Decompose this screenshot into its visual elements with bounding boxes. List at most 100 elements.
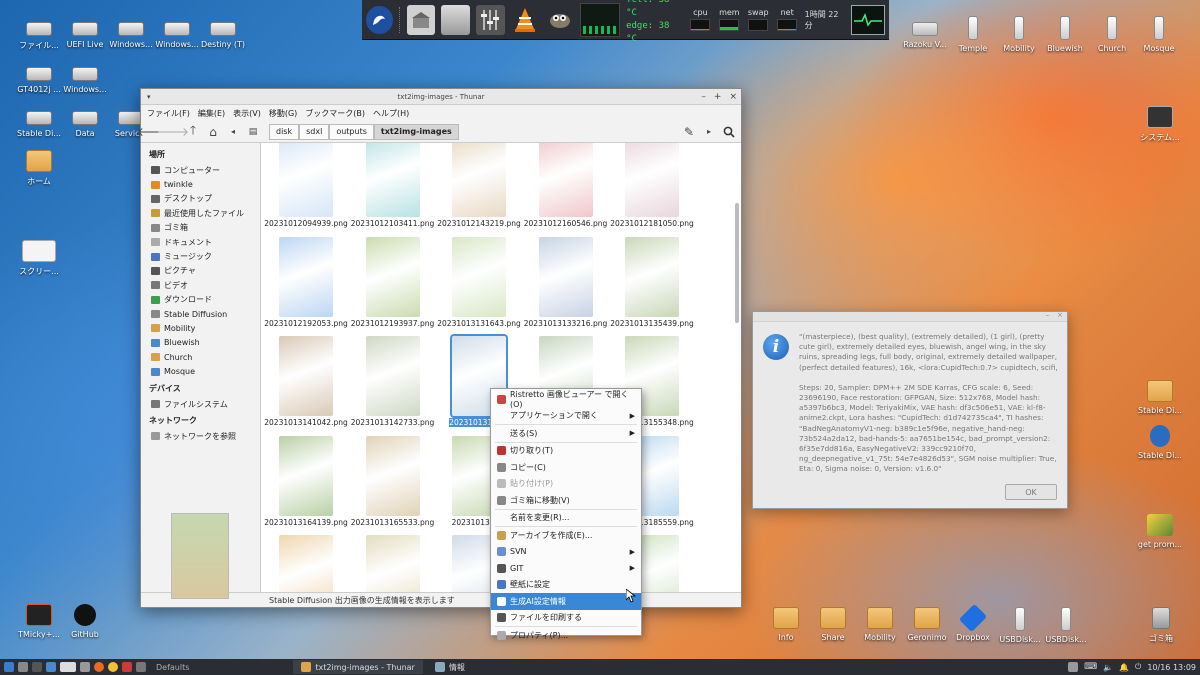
sidebar-item[interactable]: ゴミ箱 bbox=[149, 221, 260, 235]
context-menu-item[interactable]: コピー(C) bbox=[491, 459, 641, 476]
context-menu-item[interactable]: 切り取り(T) bbox=[491, 443, 641, 460]
file-thumbnail[interactable]: 20231012181050.png bbox=[609, 143, 695, 228]
sidebar-item[interactable]: ファイルシステム bbox=[149, 397, 260, 411]
desktop-icon-destiny[interactable]: Destiny (T) bbox=[196, 16, 250, 49]
mixer-icon[interactable] bbox=[475, 4, 505, 35]
sidebar-item[interactable]: ミュージック bbox=[149, 249, 260, 263]
edit-location-icon[interactable]: ✎ bbox=[681, 124, 697, 140]
desktop-icon-share[interactable]: Share bbox=[806, 607, 860, 642]
file-thumbnail[interactable]: 20231013142733.png bbox=[350, 336, 436, 427]
task-info[interactable]: 情報 bbox=[427, 660, 473, 674]
file-thumbnail[interactable]: 20231012193937.png bbox=[350, 236, 436, 328]
sidebar-item[interactable]: Stable Diffusion bbox=[149, 307, 260, 321]
desktop-icon-usbdisk-2[interactable]: USBDisk... bbox=[1039, 607, 1093, 644]
desktop-icon-home[interactable]: ホーム bbox=[12, 150, 66, 187]
desktop-icon-system[interactable]: システム... bbox=[1133, 106, 1187, 143]
launcher-label[interactable]: Defaults bbox=[156, 663, 189, 672]
show-desktop-icon[interactable] bbox=[18, 662, 28, 672]
file-thumbnail[interactable] bbox=[263, 535, 349, 592]
maximize-button[interactable]: + bbox=[714, 92, 722, 102]
home-icon[interactable]: ⌂ bbox=[205, 124, 221, 140]
desktop-icon-bluewish[interactable]: Bluewish bbox=[1038, 16, 1092, 53]
firefox-icon[interactable] bbox=[94, 662, 104, 672]
clock[interactable]: 10/16 13:09 bbox=[1147, 663, 1196, 672]
power-icon[interactable]: ⏻ bbox=[1135, 662, 1141, 672]
sidebar-item[interactable]: Mosque bbox=[149, 364, 260, 378]
desktop-icon-stable-di-1[interactable]: Stable Di... bbox=[1133, 380, 1187, 415]
context-menu-item[interactable]: 生成AI設定情報 bbox=[491, 593, 641, 610]
minimize-button[interactable]: – bbox=[701, 92, 706, 102]
dialog-titlebar[interactable]: – × bbox=[753, 311, 1067, 322]
clipboard-icon[interactable] bbox=[1068, 662, 1079, 672]
file-thumbnail[interactable]: 20231012103411.png bbox=[350, 143, 436, 228]
settings-icon[interactable] bbox=[136, 662, 146, 672]
context-menu-item[interactable]: SVN ▶ bbox=[491, 544, 641, 561]
desktop-icon-mobility-folder[interactable]: Mobility bbox=[853, 607, 907, 642]
file-thumbnail[interactable]: 20231013135439.png bbox=[609, 236, 695, 328]
drive-root-icon[interactable]: ▤ bbox=[245, 124, 261, 140]
file-cabinet-icon[interactable] bbox=[441, 4, 470, 35]
text-editor-icon[interactable] bbox=[80, 662, 90, 672]
up-arrow-icon[interactable]: 🡑 bbox=[185, 123, 201, 140]
desktop-icon-screenshot[interactable]: スクリー... bbox=[12, 240, 66, 277]
breadcrumb-disk[interactable]: disk bbox=[269, 123, 300, 140]
sidebar-item[interactable]: デスクトップ bbox=[149, 192, 260, 206]
context-menu-item[interactable]: 名前を変更(R)... bbox=[491, 510, 641, 527]
sidebar-item[interactable]: Mobility bbox=[149, 321, 260, 335]
context-menu-item[interactable]: アプリケーションで開く ▶ bbox=[491, 408, 641, 425]
menu-bookmarks[interactable]: ブックマーク(B) bbox=[305, 108, 365, 119]
forward-arrow-icon[interactable]: 🡒 bbox=[157, 124, 189, 140]
window-titlebar[interactable]: ▾ txt2img-images - Thunar – + × bbox=[141, 89, 741, 105]
menu-go[interactable]: 移動(G) bbox=[269, 108, 297, 119]
context-menu-item[interactable]: Ristretto 画像ビューアー で開く(O) bbox=[491, 390, 641, 409]
desktop-icon-github[interactable]: GitHub bbox=[58, 604, 112, 639]
close-button[interactable]: × bbox=[729, 92, 737, 102]
sidebar-item[interactable]: Church bbox=[149, 350, 260, 364]
file-thumbnail[interactable]: 20231013165533.png bbox=[350, 435, 436, 527]
scrollbar[interactable] bbox=[735, 203, 739, 323]
file-thumbnail[interactable]: 20231013133216.png bbox=[523, 236, 609, 328]
file-thumbnail[interactable]: 20231013141042.png bbox=[263, 336, 349, 427]
file-thumbnail[interactable]: 20231012160546.png bbox=[523, 143, 609, 228]
ok-button[interactable]: OK bbox=[1005, 484, 1057, 500]
desktop-icon-windows-3[interactable]: Windows... bbox=[58, 61, 112, 94]
sidebar-item[interactable]: twinkle bbox=[149, 177, 260, 191]
sidebar-item[interactable]: コンピューター bbox=[149, 163, 260, 177]
file-thumbnail[interactable]: 20231012094939.png bbox=[263, 143, 349, 228]
dialog-close-button[interactable]: × bbox=[1057, 311, 1063, 319]
system-monitor-icon[interactable] bbox=[850, 4, 885, 35]
file-thumbnail[interactable]: 20231012192053.png bbox=[263, 236, 349, 328]
breadcrumb-txt2img-images[interactable]: txt2img-images bbox=[373, 123, 459, 140]
search-icon[interactable] bbox=[721, 124, 737, 140]
desktop-icon-info[interactable]: Info bbox=[759, 607, 813, 642]
breadcrumb-right-icon[interactable]: ▸ bbox=[701, 124, 717, 140]
desktop-icon-razoku[interactable]: Razoku V... bbox=[898, 16, 952, 49]
sidebar-item[interactable]: 最近使用したファイル bbox=[149, 206, 260, 220]
bell-icon[interactable]: 🔔 bbox=[1119, 663, 1129, 672]
context-menu-item[interactable]: プロパティ(P)... bbox=[491, 627, 641, 644]
chrome-icon[interactable] bbox=[108, 662, 118, 672]
dialog-minimize-button[interactable]: – bbox=[1046, 311, 1050, 319]
xfce-menu-icon[interactable] bbox=[366, 5, 393, 34]
volume-icon[interactable]: 🔈 bbox=[1103, 663, 1113, 672]
file-manager-icon[interactable] bbox=[46, 662, 56, 672]
desktop-icon-get-prompt[interactable]: get prom... bbox=[1133, 514, 1187, 549]
menu-view[interactable]: 表示(V) bbox=[233, 108, 261, 119]
breadcrumb-sdxl[interactable]: sdxl bbox=[299, 123, 330, 140]
desktop-icon-stable-di-2[interactable]: Stable Di... bbox=[1133, 425, 1187, 460]
mail-icon[interactable] bbox=[122, 662, 132, 672]
sidebar-item[interactable]: ネットワークを参照 bbox=[149, 429, 260, 443]
desktop-icon-mosque[interactable]: Mosque bbox=[1132, 16, 1186, 53]
file-thumbnail[interactable]: 20231013131643.png bbox=[436, 236, 522, 328]
workspace-1-icon[interactable] bbox=[60, 662, 76, 672]
task-thunar[interactable]: txt2img-images - Thunar bbox=[293, 660, 423, 674]
sidebar-item[interactable]: ドキュメント bbox=[149, 235, 260, 249]
file-thumbnail[interactable]: 20231013164139.png bbox=[263, 435, 349, 527]
context-menu-item[interactable]: 壁紙に設定 bbox=[491, 577, 641, 594]
file-thumbnail[interactable]: 20231012143219.png bbox=[436, 143, 522, 228]
desktop-icon-dropbox[interactable]: Dropbox bbox=[946, 603, 1000, 642]
menu-file[interactable]: ファイル(F) bbox=[147, 108, 190, 119]
breadcrumb-left-icon[interactable]: ◂ bbox=[225, 124, 241, 140]
context-menu-item[interactable]: アーカイブを作成(E)... bbox=[491, 527, 641, 544]
terminal-icon[interactable] bbox=[32, 662, 42, 672]
